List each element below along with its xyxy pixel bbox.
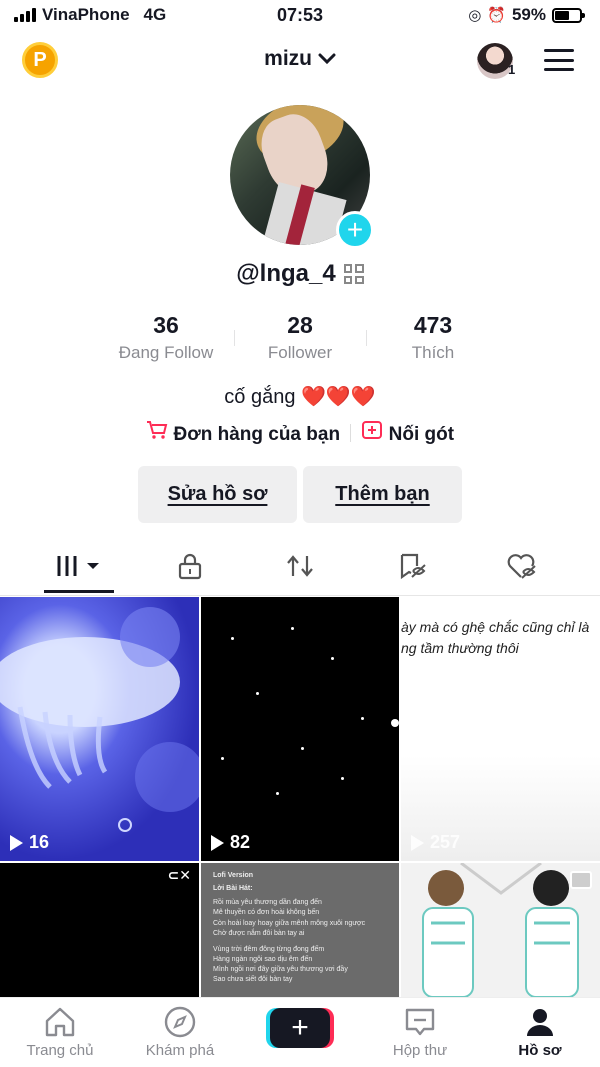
status-right: ◎ ⏰ 59% (468, 5, 585, 25)
stat-followers[interactable]: 28 Follower (230, 312, 370, 363)
stat-value: 36 (153, 312, 179, 338)
video-thumbnail[interactable]: Lofi Version Lời Bài Hát: Rồi mùa yêu th… (201, 863, 399, 997)
nav-label: Trang chủ (26, 1042, 94, 1059)
video-thumbnail[interactable]: 16 (0, 597, 199, 861)
extra-link[interactable]: Nối gót (361, 420, 454, 446)
tab-videos[interactable] (50, 552, 110, 584)
view-count-value: 257 (430, 832, 461, 852)
username: mizu (264, 47, 312, 70)
lyric-line: Mình ngồi nơi đây giữa yêu thương vơi đầ… (213, 966, 348, 974)
chevron-down-icon (318, 47, 336, 70)
alarm-icon: ⏰ (487, 7, 506, 24)
caption-line: ng tầm thường thôi (401, 640, 519, 656)
stat-value: 28 (287, 312, 313, 338)
bottom-nav: Trang chủ Khám phá + Hộp thư Hồ sơ (0, 997, 600, 1067)
rotation-lock-icon: ◎ (468, 7, 482, 24)
friends-count-badge: 1 (508, 62, 516, 77)
battery-percent: 59% (511, 5, 546, 24)
stat-label: Đang Follow (118, 343, 214, 362)
profile-bio: cố gắng ❤️❤️❤️ (0, 384, 600, 409)
favorites-icon (397, 552, 427, 585)
video-grid: 16 82 ày mà có ghệ chắc cũng chỉ là ng t… (0, 597, 600, 997)
lyric-line: Chờ được nắm đôi bàn tay ai (213, 929, 305, 937)
view-count: 82 (211, 832, 250, 853)
tab-repost[interactable] (270, 552, 330, 584)
lyric-lines: Rồi mùa yêu thương dần đang đến Mê thuyề… (213, 898, 387, 985)
orders-label: Đơn hàng của bạn (173, 424, 341, 445)
status-bar: VinaPhone 4G 07:53 ◎ ⏰ 59% (0, 0, 600, 32)
video-thumbnail[interactable]: ⊂✕ (0, 863, 199, 997)
bio-emoji: ❤️❤️❤️ (301, 386, 376, 408)
private-lock-icon (177, 552, 203, 585)
stat-following[interactable]: 36 Đang Follow (96, 312, 236, 363)
extra-label: Nối gót (388, 424, 455, 445)
add-square-icon (361, 421, 389, 445)
lyric-line: Hàng ngàn ngôi sao dịu êm đến (213, 955, 313, 963)
lyric-line: Vùng trời đêm đông từng đong đếm (213, 945, 325, 953)
lyric-subtitle: Lời Bài Hát: (213, 885, 253, 893)
play-icon (10, 834, 23, 851)
view-count: 257 (411, 832, 460, 853)
active-tab-indicator (44, 590, 114, 593)
video-caption: ày mà có ghệ chắc cũng chỉ là ng tầm thư… (401, 617, 589, 659)
home-icon (10, 1006, 110, 1038)
liked-icon (506, 552, 538, 585)
nav-home[interactable]: Trang chủ (10, 1006, 110, 1059)
tab-private[interactable] (160, 552, 220, 584)
repost-icon (285, 552, 315, 585)
inbox-icon (370, 1006, 470, 1038)
view-count-value: 82 (230, 832, 251, 852)
hamburger-menu-icon[interactable] (544, 49, 574, 71)
lyric-line: Sao chưa siết đôi bàn tay (213, 976, 293, 984)
stat-likes[interactable]: 473 Thích (363, 312, 503, 363)
videos-icon (55, 553, 105, 584)
nav-label: Khám phá (145, 1042, 215, 1059)
lyric-line: Mê thuyền có đơn hoài không bến (213, 909, 320, 917)
cart-icon (146, 421, 174, 445)
battery-icon (552, 7, 585, 23)
orders-link[interactable]: Đơn hàng của bạn (146, 420, 340, 446)
add-friend-button[interactable]: Thêm bạn (303, 466, 462, 523)
profile-tabs (0, 540, 600, 596)
lyric-line: Rồi mùa yêu thương dần đang đến (213, 899, 322, 907)
compass-icon (130, 1006, 230, 1038)
profile-links: Đơn hàng của bạn Nối gót (0, 420, 600, 446)
stat-value: 473 (413, 312, 453, 338)
nav-label: Hồ sơ (518, 1042, 562, 1059)
stat-label: Thích (411, 343, 455, 362)
nav-label: Hộp thư (392, 1042, 448, 1059)
edit-profile-button[interactable]: Sửa hồ sơ (138, 466, 297, 523)
profile-handle: @lnga_4 (236, 260, 336, 287)
add-avatar-plus-icon[interactable]: + (336, 211, 374, 249)
bio-text: cố gắng (224, 386, 296, 408)
tab-liked[interactable] (492, 552, 552, 584)
profile-stats: 36 Đang Follow 28 Follower 473 Thích (0, 312, 600, 372)
qr-code-icon[interactable] (343, 264, 364, 284)
nav-profile[interactable]: Hồ sơ (490, 1006, 590, 1059)
photo-thumbnail[interactable] (401, 863, 600, 997)
view-count: 16 (10, 832, 49, 853)
capcut-icon: ⊂✕ (167, 867, 191, 883)
nav-discover[interactable]: Khám phá (130, 1006, 230, 1059)
lyric-line: Còn hoài loay hoay giữa mênh mông xuôi n… (213, 919, 366, 927)
photo-icon (570, 871, 592, 889)
play-icon (211, 834, 224, 851)
play-icon (411, 834, 424, 851)
profile-icon (490, 1006, 590, 1038)
profile-handle-row: @lnga_4 (0, 260, 600, 288)
create-plus-icon[interactable]: + (270, 1008, 330, 1048)
video-thumbnail[interactable]: ày mà có ghệ chắc cũng chỉ là ng tầm thư… (401, 597, 600, 861)
nav-inbox[interactable]: Hộp thư (370, 1006, 470, 1059)
tab-favorites[interactable] (382, 552, 442, 584)
stat-label: Follower (267, 343, 333, 362)
lyric-title: Lofi Version (213, 872, 254, 879)
caption-line: ày mà có ghệ chắc cũng chỉ là (401, 619, 590, 635)
view-count-value: 16 (29, 832, 50, 852)
video-thumbnail[interactable]: 82 (201, 597, 399, 861)
